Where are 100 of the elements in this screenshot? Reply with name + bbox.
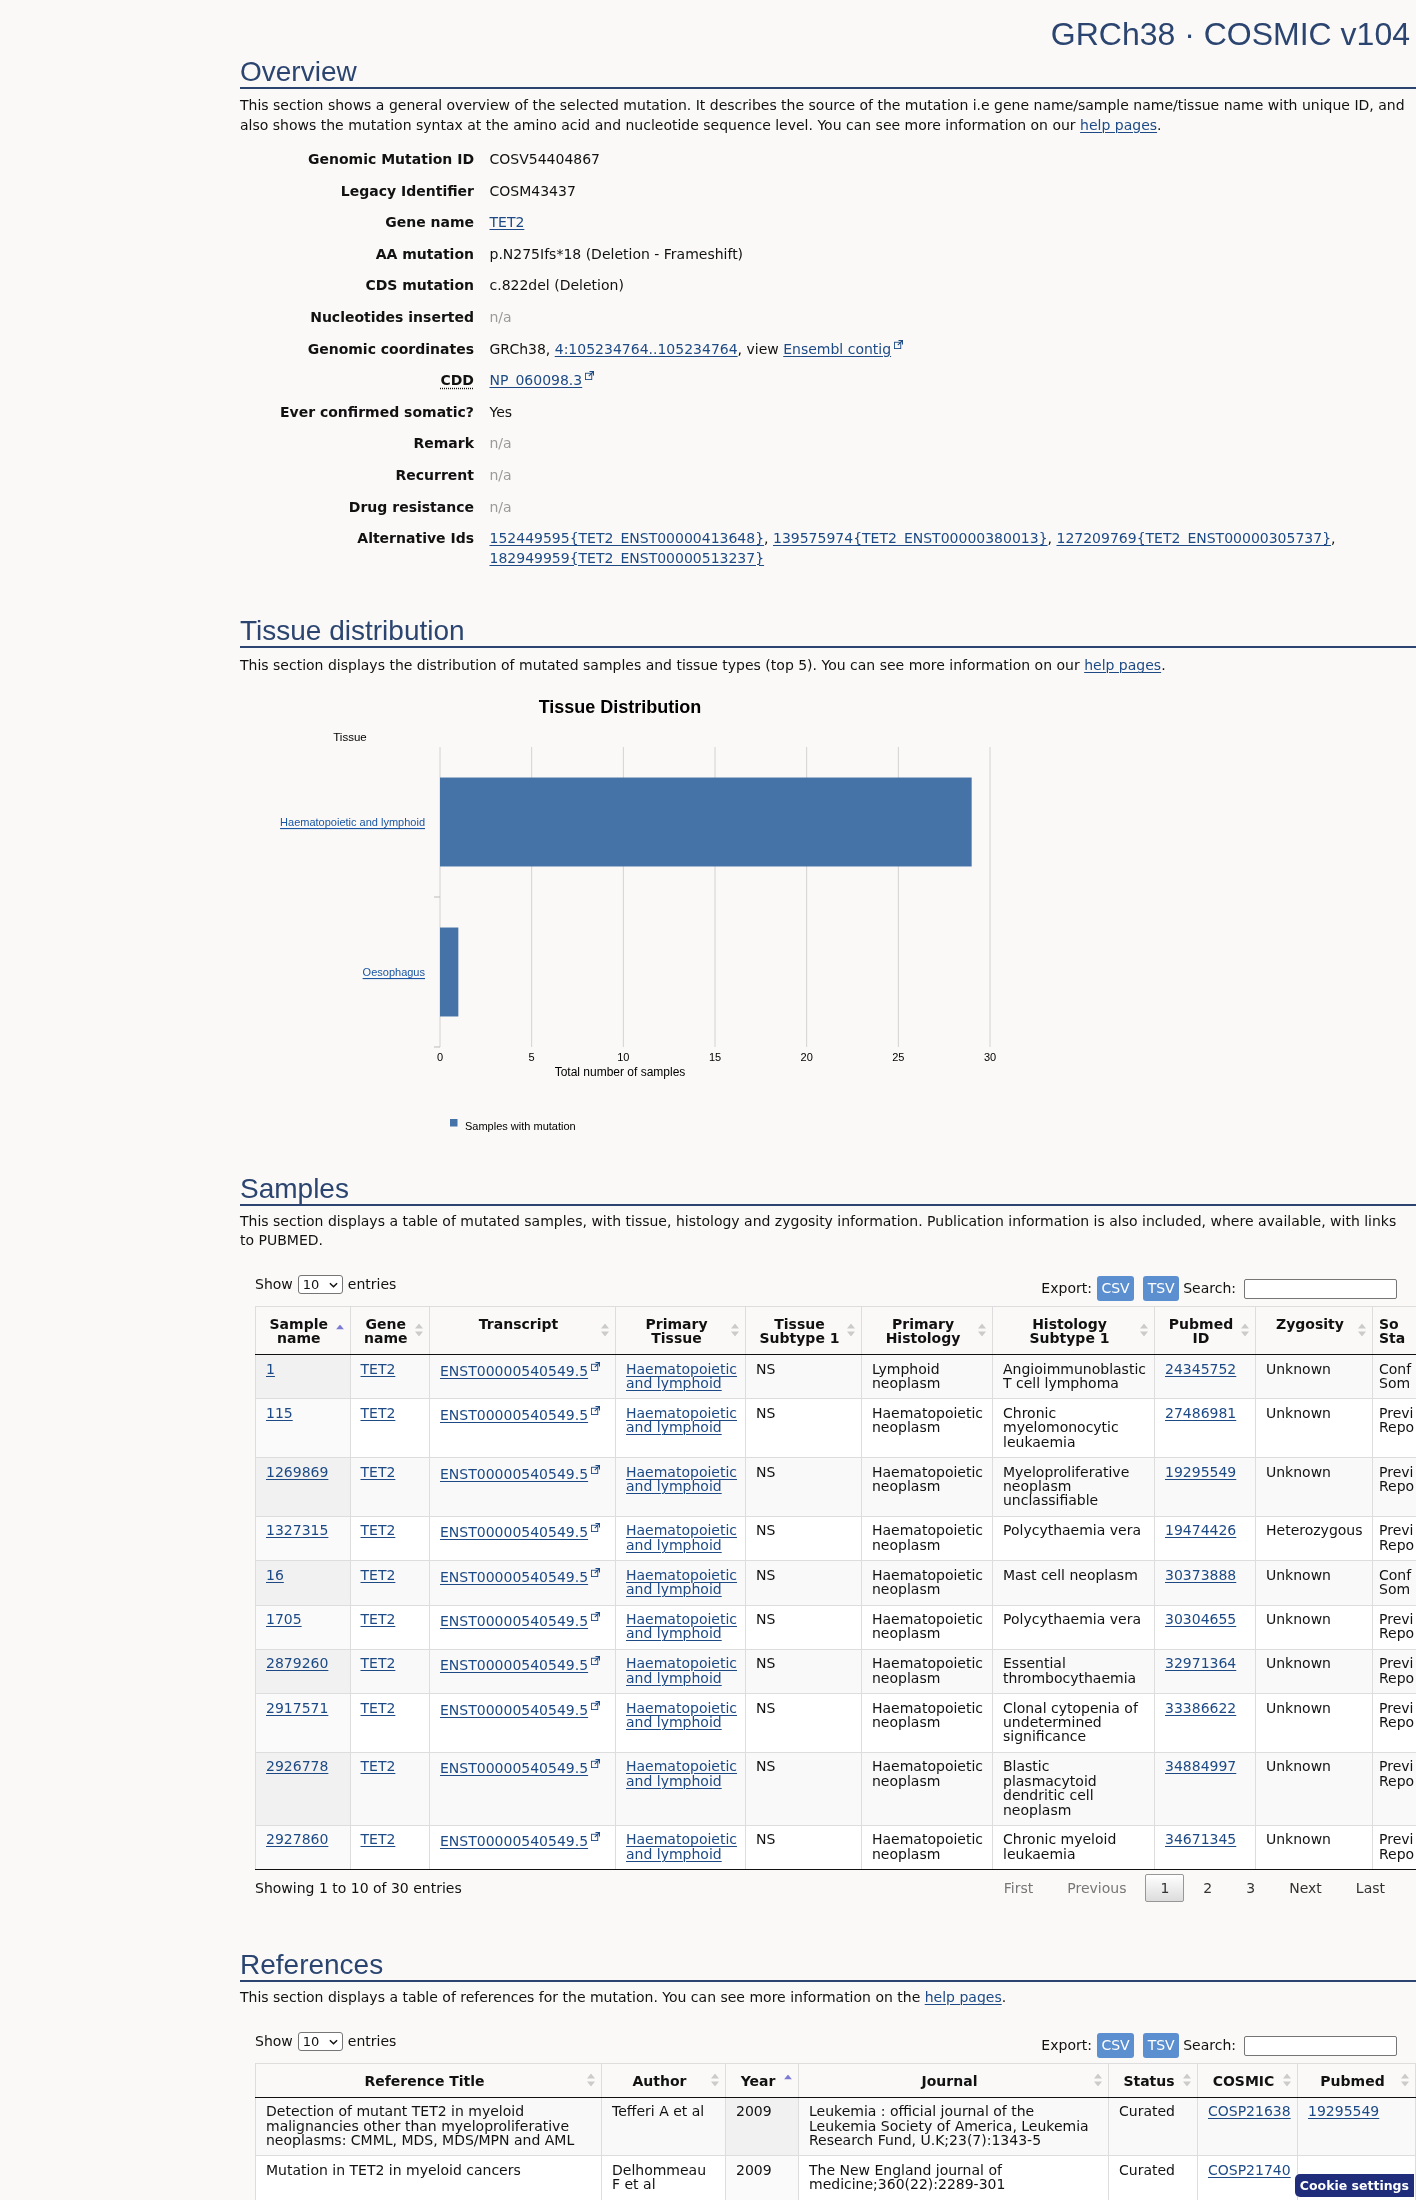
table-link[interactable]: Haematopoietic and lymphoid (626, 1759, 739, 1789)
table-link[interactable]: 19295549 (1165, 1464, 1237, 1480)
column-header[interactable]: Primary Tissue (615, 1306, 746, 1355)
table-link[interactable]: COSP21638 (1208, 2104, 1291, 2119)
table-link[interactable]: 1 (266, 1361, 275, 1377)
column-header[interactable]: COSMIC (1197, 2063, 1298, 2098)
table-link[interactable]: TET2 (360, 1464, 396, 1480)
value-link[interactable]: 4:105234764..105234764 (554, 340, 738, 357)
table-cell: Essential thrombocythaemia (992, 1649, 1155, 1694)
column-header[interactable]: Tissue Subtype 1 (745, 1306, 862, 1355)
column-header[interactable]: Year (725, 2063, 799, 2098)
table-cell: Blastic plasmacytoid dendritic cell neoplasm (992, 1752, 1155, 1826)
column-header[interactable]: Author (601, 2063, 726, 2098)
field-value: n/a (489, 435, 512, 452)
table-link[interactable]: 2926778 (266, 1759, 329, 1774)
table-link[interactable]: 33386622 (1165, 1700, 1237, 1716)
table-link[interactable]: 115 (266, 1405, 293, 1421)
axis-title: Tissue (333, 730, 367, 743)
table-link[interactable]: TET2 (360, 1832, 396, 1847)
value-link[interactable]: 182949959{TET2_ENST00000513237} (489, 549, 765, 566)
category-label[interactable]: Haematopoietic and lymphoid (280, 815, 425, 828)
search-field[interactable] (1244, 2035, 1397, 2056)
column-header[interactable]: So Sta (1372, 1306, 1416, 1355)
table-link[interactable]: Haematopoietic and lymphoid (626, 1464, 739, 1494)
page-button[interactable]: 3 (1231, 1874, 1271, 1903)
table-cell: Clonal cytopenia of undetermined significance (992, 1693, 1155, 1753)
cookie-settings-button[interactable]: Cookie settings (1294, 2174, 1414, 2197)
column-header[interactable]: Transcript (429, 1306, 616, 1355)
table-cell: NS (745, 1825, 862, 1870)
category-label[interactable]: Oesophagus (362, 965, 425, 978)
column-header[interactable]: Primary Histology (861, 1306, 993, 1355)
value-link[interactable]: TET2 (489, 214, 525, 231)
table-link[interactable]: 2917571 (266, 1700, 329, 1716)
entries-select[interactable]: 10 (297, 1275, 343, 1295)
column-header[interactable]: Histology Subtype 1 (992, 1306, 1155, 1355)
table-link[interactable]: TET2 (360, 1612, 396, 1627)
field-value: Yes (489, 403, 513, 420)
help-link[interactable]: help pages (924, 1989, 1002, 2006)
table-link[interactable]: 24345752 (1165, 1361, 1237, 1377)
column-header[interactable]: Journal (798, 2063, 1109, 2098)
external-link[interactable]: ENST00000540549.5 (440, 1760, 601, 1777)
search-field[interactable] (1244, 1278, 1397, 1299)
table-cell: Unknown (1255, 1354, 1373, 1399)
external-link[interactable]: ENST00000540549.5 (440, 1465, 601, 1482)
external-link[interactable]: NP_060098.3 (489, 372, 595, 389)
table-cell: The New England journal of medicine;360(22):2289-301 (798, 2155, 1109, 2200)
table-link[interactable]: TET2 (360, 1405, 396, 1421)
export-label: Export: (1041, 1279, 1092, 1299)
pagination-button[interactable]: Next (1274, 1874, 1337, 1903)
page-button[interactable]: 1 (1145, 1874, 1185, 1903)
table-cell: 2009 (725, 2155, 799, 2200)
field-label: Alternative Ids (357, 530, 474, 547)
external-link[interactable]: ENST00000540549.5 (440, 1657, 601, 1674)
table-link[interactable]: 34884997 (1165, 1759, 1237, 1774)
table-link[interactable]: TET2 (360, 1759, 396, 1774)
column-header[interactable]: Pubmed (1297, 2063, 1416, 2098)
page-button[interactable]: 2 (1188, 1874, 1228, 1903)
value-link[interactable]: 152449595{TET2_ENST00000413648} (489, 530, 765, 547)
table-link[interactable]: 1705 (266, 1612, 302, 1627)
table-link[interactable]: 30373888 (1165, 1567, 1237, 1583)
external-link[interactable]: ENST00000540549.5 (440, 1568, 601, 1585)
table-link[interactable]: TET2 (360, 1656, 396, 1671)
table-cell: Previ Repo (1372, 1693, 1416, 1753)
table-cell: Haematopoietic neoplasm (861, 1693, 993, 1753)
external-link[interactable]: ENST00000540549.5 (440, 1362, 601, 1379)
pagination-button[interactable]: Last (1340, 1874, 1400, 1903)
table-link[interactable]: TET2 (360, 1523, 396, 1538)
help-link[interactable]: help pages (1084, 657, 1162, 674)
field-label: Gene name (385, 214, 474, 231)
column-header[interactable]: Pubmed ID (1154, 1306, 1256, 1355)
table-cell: Chronic myeloid leukaemia (992, 1825, 1155, 1870)
external-link-icon (591, 1612, 601, 1621)
external-link[interactable]: Ensembl contig (783, 340, 904, 357)
table-link[interactable]: 16 (266, 1567, 284, 1583)
tick-label: 0 (436, 1050, 444, 1063)
legend-label: Samples with mutation (465, 1119, 576, 1132)
table-link[interactable]: 27486981 (1165, 1405, 1237, 1421)
column-header[interactable]: Sample name (255, 1306, 350, 1355)
value-link[interactable]: 139575974{TET2_ENST00000380013} (773, 530, 1048, 547)
table-link[interactable]: TET2 (360, 1567, 396, 1583)
table-cell: Unknown (1255, 1605, 1373, 1650)
field-value: COSV54404867 (489, 151, 601, 167)
column-header[interactable]: Gene name (350, 1306, 430, 1355)
table-link[interactable]: Haematopoietic and lymphoid (626, 1567, 739, 1597)
section-description: This section displays a table of mutated samples, with tissue, histology and zygosity information. Publication information is also included, where available, with links to PUBMED. (240, 1211, 1398, 1251)
table-cell: Previ Repo (1372, 1516, 1416, 1561)
column-header[interactable]: Reference Title (255, 2063, 602, 2098)
column-header[interactable]: Status (1108, 2063, 1198, 2098)
entries-select[interactable]: 10 (297, 2032, 343, 2052)
external-link-icon (591, 1759, 601, 1769)
table-link[interactable]: 19295549 (1308, 2104, 1380, 2119)
table-link[interactable]: 1269869 (266, 1464, 329, 1480)
table-cell: NS (745, 1560, 862, 1605)
table-link[interactable]: TET2 (360, 1361, 396, 1377)
value-link[interactable]: 127209769{TET2_ENST00000305737} (1056, 530, 1332, 547)
section-description: This section displays a table of references for the mutation. You can see more information on the help pages. (240, 1988, 1008, 2008)
column-header[interactable]: Zygosity (1255, 1306, 1373, 1355)
table-link[interactable]: 32971364 (1165, 1656, 1237, 1671)
table-link[interactable]: TET2 (360, 1700, 396, 1716)
entries-label: entries (347, 1275, 397, 1295)
